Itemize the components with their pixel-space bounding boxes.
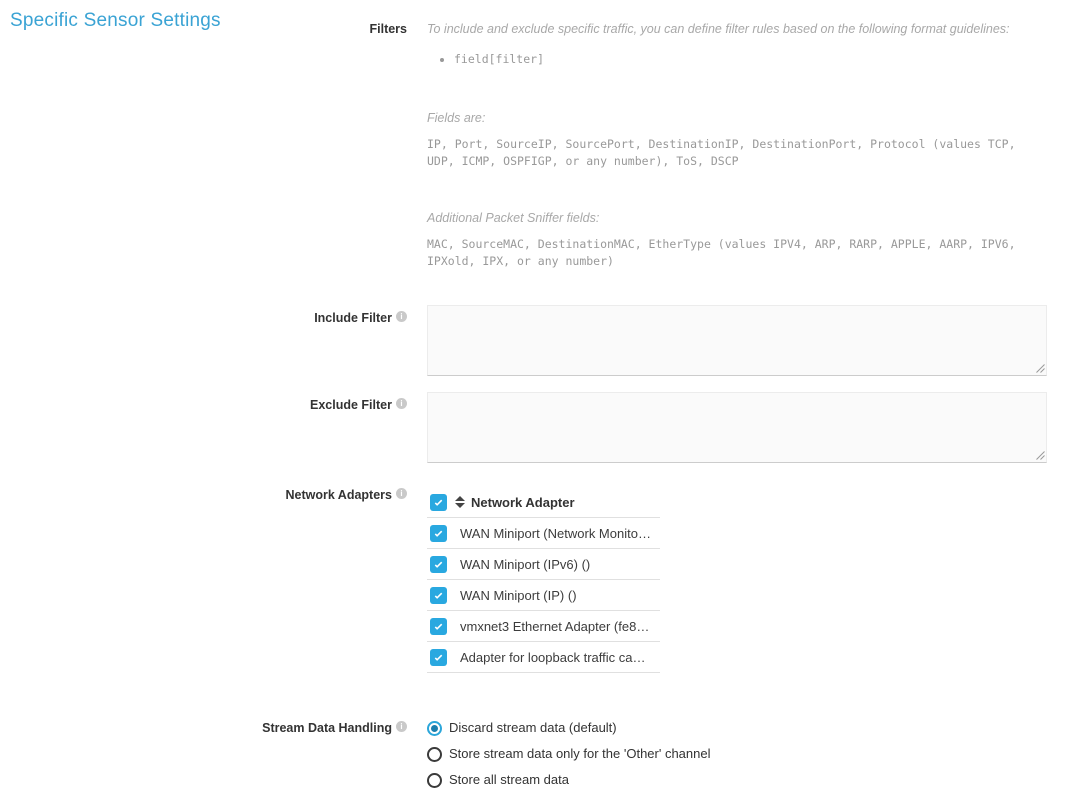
table-row: Adapter for loopback traffic ca…	[427, 642, 660, 673]
sort-icon[interactable]	[455, 496, 465, 508]
info-icon[interactable]: i	[396, 398, 407, 409]
adapter-table-header: Network Adapter	[427, 487, 660, 518]
network-adapters-label: Network Adaptersi	[0, 487, 407, 503]
radio-store-all-stream-data[interactable]: Store all stream data	[427, 772, 1047, 788]
info-icon[interactable]: i	[396, 488, 407, 499]
fields-text: IP, Port, SourceIP, SourcePort, Destinat…	[427, 136, 1047, 170]
radio-icon	[427, 747, 442, 762]
adapter-name: WAN Miniport (IPv6) ()	[460, 557, 590, 572]
adapter-checkbox[interactable]	[430, 587, 447, 604]
exclude-filter-input[interactable]	[427, 392, 1047, 463]
stream-data-options: Discard stream data (default) Store stre…	[427, 720, 1047, 788]
table-row: WAN Miniport (IP) ()	[427, 580, 660, 611]
sniffer-fields-heading: Additional Packet Sniffer fields:	[427, 210, 1047, 226]
adapter-checkbox[interactable]	[430, 525, 447, 542]
filters-help: To include and exclude specific traffic,…	[427, 21, 1047, 270]
adapter-name: WAN Miniport (IP) ()	[460, 588, 577, 603]
select-all-checkbox[interactable]	[430, 494, 447, 511]
radio-store-other-channel[interactable]: Store stream data only for the 'Other' c…	[427, 746, 1047, 762]
table-row: WAN Miniport (IPv6) ()	[427, 549, 660, 580]
radio-discard-stream-data[interactable]: Discard stream data (default)	[427, 720, 1047, 736]
adapter-checkbox[interactable]	[430, 649, 447, 666]
info-icon[interactable]: i	[396, 311, 407, 322]
exclude-filter-label: Exclude Filteri	[0, 392, 407, 413]
adapter-name: Adapter for loopback traffic ca…	[460, 650, 645, 665]
adapter-checkbox[interactable]	[430, 618, 447, 635]
info-icon[interactable]: i	[396, 721, 407, 732]
page-title: Specific Sensor Settings	[10, 10, 221, 32]
include-filter-label: Include Filteri	[0, 305, 407, 326]
adapter-column-header: Network Adapter	[471, 495, 575, 510]
table-row: WAN Miniport (Network Monito…	[427, 518, 660, 549]
adapter-name: vmxnet3 Ethernet Adapter (fe8…	[460, 619, 649, 634]
include-filter-input[interactable]	[427, 305, 1047, 376]
stream-data-handling-row: Stream Data Handlingi Discard stream dat…	[0, 720, 1066, 788]
sniffer-fields-text: MAC, SourceMAC, DestinationMAC, EtherTyp…	[427, 236, 1047, 270]
fields-heading: Fields are:	[427, 110, 1047, 126]
radio-icon	[427, 773, 442, 788]
radio-icon	[427, 721, 442, 736]
network-adapters-row: Network Adaptersi Network Adapter WAN Mi…	[0, 487, 1066, 673]
filters-intro: To include and exclude specific traffic,…	[427, 21, 1047, 37]
filters-row: Filters To include and exclude specific …	[0, 21, 1066, 270]
stream-data-handling-label: Stream Data Handlingi	[0, 720, 407, 736]
network-adapter-table: Network Adapter WAN Miniport (Network Mo…	[427, 487, 660, 673]
adapter-name: WAN Miniport (Network Monito…	[460, 526, 651, 541]
filter-format-item: field[filter]	[454, 51, 1047, 68]
exclude-filter-row: Exclude Filteri	[0, 392, 1066, 463]
sensor-settings-form: Filters To include and exclude specific …	[0, 0, 1066, 788]
table-row: vmxnet3 Ethernet Adapter (fe8…	[427, 611, 660, 642]
filter-format-list: field[filter]	[427, 51, 1047, 68]
include-filter-row: Include Filteri	[0, 305, 1066, 376]
adapter-checkbox[interactable]	[430, 556, 447, 573]
